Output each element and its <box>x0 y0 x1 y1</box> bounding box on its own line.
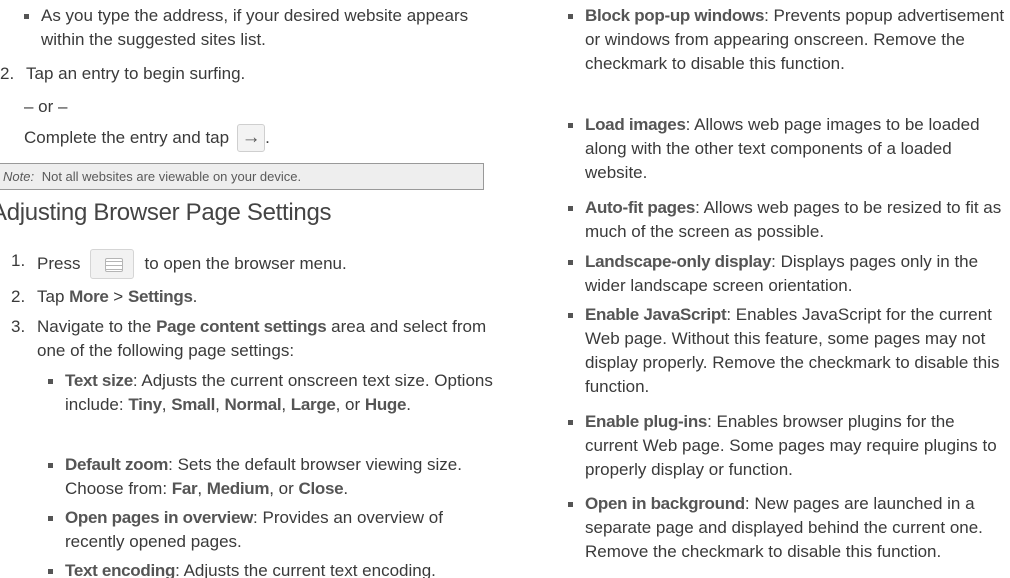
path-separator: > <box>108 287 128 306</box>
typing-text: As you type the address, if your desired… <box>41 6 469 49</box>
overview-label: Open pages in overview <box>65 508 254 527</box>
step-number: 1. <box>11 251 26 270</box>
list-item-enable-plugins: Enable plug-ins: Enables browser plugins… <box>568 410 1006 482</box>
option-small: Small <box>171 395 216 414</box>
list-item-text-size: Text size: Adjusts the current onscreen … <box>48 369 498 417</box>
list-item-enable-javascript: Enable JavaScript: Enables JavaScript fo… <box>568 303 1006 399</box>
comma: , <box>215 395 225 414</box>
list-item-block-popups: Block pop-up windows: Prevents popup adv… <box>568 4 1006 76</box>
item-label: Open in background <box>585 494 745 513</box>
option-medium: Medium <box>206 479 270 498</box>
list-item-text-encoding: Text encoding: Adjusts the current text … <box>48 559 498 578</box>
note-text: Not all websites are viewable on your de… <box>41 169 302 184</box>
encoding-label: Text encoding <box>65 561 176 578</box>
list-item-landscape-only: Landscape-only display: Displays pages o… <box>568 250 1006 298</box>
complete-period: . <box>265 128 270 147</box>
or-word: , or <box>269 479 299 498</box>
step-text: Tap an entry to begin surfing. <box>26 64 246 83</box>
option-normal: Normal <box>224 395 282 414</box>
note-label: Note: <box>3 169 35 184</box>
comma: , <box>197 479 207 498</box>
option-far: Far <box>171 479 198 498</box>
list-item-auto-fit: Auto-fit pages: Allows web pages to be r… <box>568 196 1006 244</box>
step-number: 2. <box>0 64 15 83</box>
period: . <box>343 479 349 498</box>
more-label: More <box>69 287 109 306</box>
or-word: , or <box>335 395 365 414</box>
complete-entry-line: Complete the entry and tap → . <box>24 124 270 152</box>
list-item-default-zoom: Default zoom: Sets the default browser v… <box>48 453 498 501</box>
period: . <box>406 395 411 414</box>
section-heading: Adjusting Browser Page Settings <box>0 199 332 226</box>
list-item-typing: As you type the address, if your desired… <box>24 4 494 52</box>
comma: , <box>161 395 172 414</box>
open-menu-text: to open the browser menu. <box>144 254 347 273</box>
encoding-desc: : Adjusts the current text encoding. <box>175 561 436 578</box>
settings-label: Settings <box>127 287 193 306</box>
menu-key-icon <box>90 249 135 279</box>
tap-text: Tap <box>37 287 70 306</box>
default-zoom-label: Default zoom <box>65 455 169 474</box>
list-item-open-in-background: Open in background: New pages are launch… <box>568 492 1006 564</box>
item-label: Block pop-up windows <box>585 6 765 25</box>
step-period: . <box>192 287 198 306</box>
navigate-text: Navigate to the <box>37 317 157 336</box>
item-label: Enable plug-ins <box>585 412 708 431</box>
list-item-open-pages-overview: Open pages in overview: Provides an over… <box>48 506 498 554</box>
or-separator: – or – <box>24 97 68 116</box>
complete-text: Complete the entry and tap <box>24 128 230 147</box>
go-arrow-icon: → <box>237 124 266 152</box>
list-item-load-images: Load images: Allows web page images to b… <box>568 113 1006 185</box>
step-text: Tap More > Settings. <box>37 285 197 309</box>
option-tiny: Tiny <box>128 395 162 414</box>
option-close: Close <box>298 479 344 498</box>
item-label: Enable JavaScript <box>585 305 727 324</box>
item-label: Landscape-only display <box>585 252 772 271</box>
step-text: Press to open the browser menu. <box>37 249 347 279</box>
item-label: Auto-fit pages <box>585 198 696 217</box>
text-size-label: Text size <box>65 371 133 390</box>
note-box: Note: Not all websites are viewable on y… <box>0 163 484 190</box>
option-large: Large <box>290 395 336 414</box>
step-number: 2. <box>11 287 26 306</box>
page-content-settings-label: Page content settings <box>156 317 327 336</box>
item-label: Load images <box>585 115 686 134</box>
option-huge: Huge <box>364 395 407 414</box>
step-text: Navigate to the Page content settings ar… <box>37 315 507 363</box>
step-number: 3. <box>11 317 26 336</box>
comma: , <box>281 395 291 414</box>
press-text: Press <box>37 254 81 273</box>
